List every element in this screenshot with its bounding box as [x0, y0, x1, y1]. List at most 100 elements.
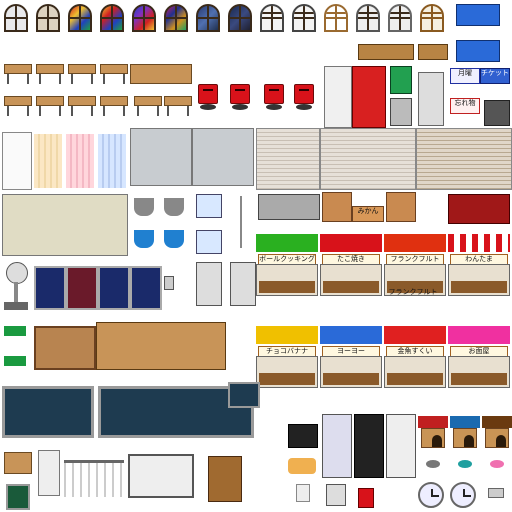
curtain-yellow [34, 134, 62, 188]
atm-machine [196, 262, 222, 306]
small-desk [4, 452, 32, 474]
bucket-gray-2 [164, 198, 184, 216]
red-shelf [448, 194, 510, 224]
tablet-device [288, 424, 318, 448]
food-tray [196, 194, 222, 218]
window-grid-white-2 [292, 4, 316, 32]
school-desk [4, 64, 32, 84]
refrigerator-white [386, 414, 416, 478]
curtain-blue [98, 134, 126, 188]
elevator-door-red [66, 266, 98, 310]
shop-yellow: チョコバナナ [256, 326, 318, 388]
payphone-gray [390, 98, 412, 126]
scale [4, 262, 28, 310]
month-sign: 月曜 [450, 68, 480, 84]
food-plate [288, 458, 316, 474]
blackboard [2, 386, 94, 438]
shutter-light [256, 128, 320, 190]
school-desk [36, 64, 64, 84]
food-tray-2 [196, 230, 222, 254]
rack-metal [64, 460, 124, 497]
window-stained-red [68, 4, 92, 32]
window-stained-blue [132, 4, 156, 32]
shop-red-2: 金魚すくい [384, 326, 446, 388]
refrigerator-black [354, 414, 384, 478]
shop-striped: わんたま [448, 234, 510, 296]
pet-bowl-pink [490, 460, 504, 468]
dog-house-red [418, 416, 448, 448]
printer-machine [258, 194, 320, 220]
dog-house-brown [482, 416, 512, 448]
school-desk [68, 64, 96, 84]
refrigerator [322, 414, 352, 478]
atm-machine-2 [230, 262, 256, 306]
red-mailbox-small [358, 488, 374, 508]
bench-wood-small [418, 44, 448, 60]
shop-green: ボールクッキング [256, 234, 318, 296]
board-green-small [6, 484, 30, 510]
shop-orange: フランクフルト [384, 234, 446, 296]
exit-sign [4, 326, 26, 336]
window-grid-wood [324, 4, 348, 32]
elevator-door-blue-2 [98, 266, 130, 310]
window-dark [36, 4, 60, 32]
school-desk [68, 96, 96, 116]
bucket-blue [134, 230, 154, 248]
school-desk [164, 96, 192, 116]
shelf-books [128, 454, 194, 498]
eye-chart [2, 132, 32, 190]
fax-machine [484, 100, 510, 126]
bucket-gray [134, 198, 154, 216]
locker-beige [2, 194, 128, 256]
shop-pink: お面屋 [448, 326, 510, 388]
school-desk [4, 96, 32, 116]
ticket-terminal [418, 72, 444, 126]
payphone-green [390, 66, 412, 94]
blue-sign-top [456, 4, 500, 26]
cardboard-box-label: みかん [352, 206, 384, 222]
pet-bowl-teal [458, 460, 472, 468]
post-box [228, 84, 252, 110]
exit-sign-2 [4, 356, 26, 366]
bucket-blue-2 [164, 230, 184, 248]
shop-red: たこ焼き [320, 234, 382, 296]
window-grid-gray [356, 4, 380, 32]
window-grid-white [260, 4, 284, 32]
wooden-crate [208, 456, 242, 502]
shutter-dirty [416, 128, 512, 190]
trash-bin [326, 484, 346, 506]
frank-mini-sign: フランクフルト [388, 288, 438, 296]
bench-wood [358, 44, 414, 60]
post-box [262, 84, 286, 110]
vending-machine-white [324, 66, 352, 128]
window-stained-mixed [100, 4, 124, 32]
window-grid-gray-2 [388, 4, 412, 32]
window-stained-night [196, 4, 220, 32]
teacher-desk [130, 64, 192, 84]
elevator-door-blue-3 [130, 266, 162, 310]
bulletin-board [34, 326, 96, 370]
elevator-door-blue [34, 266, 66, 310]
pc-tower [38, 450, 60, 496]
shoe-shelf [96, 322, 226, 370]
post-box [292, 84, 316, 110]
school-desk [100, 96, 128, 116]
wall-clock-2 [450, 482, 476, 508]
post-box [196, 84, 220, 110]
school-desk [36, 96, 64, 116]
locker-gray-2 [192, 128, 254, 186]
blue-sign-bottom [456, 40, 500, 62]
locker-gray [130, 128, 192, 186]
shop-blue: ヨーヨー [320, 326, 382, 388]
elevator-button [164, 276, 174, 290]
curtain-pink [66, 134, 94, 188]
window-grid-brown [420, 4, 444, 32]
school-desk [134, 96, 162, 116]
pet-bowl-gray [426, 460, 440, 468]
cardboard-box-2 [386, 192, 416, 222]
window-plain [4, 4, 28, 32]
eraser [488, 488, 504, 498]
stand-pole [240, 196, 242, 248]
small-button-box [296, 484, 310, 502]
lost-sign: 忘れ物 [450, 98, 480, 114]
